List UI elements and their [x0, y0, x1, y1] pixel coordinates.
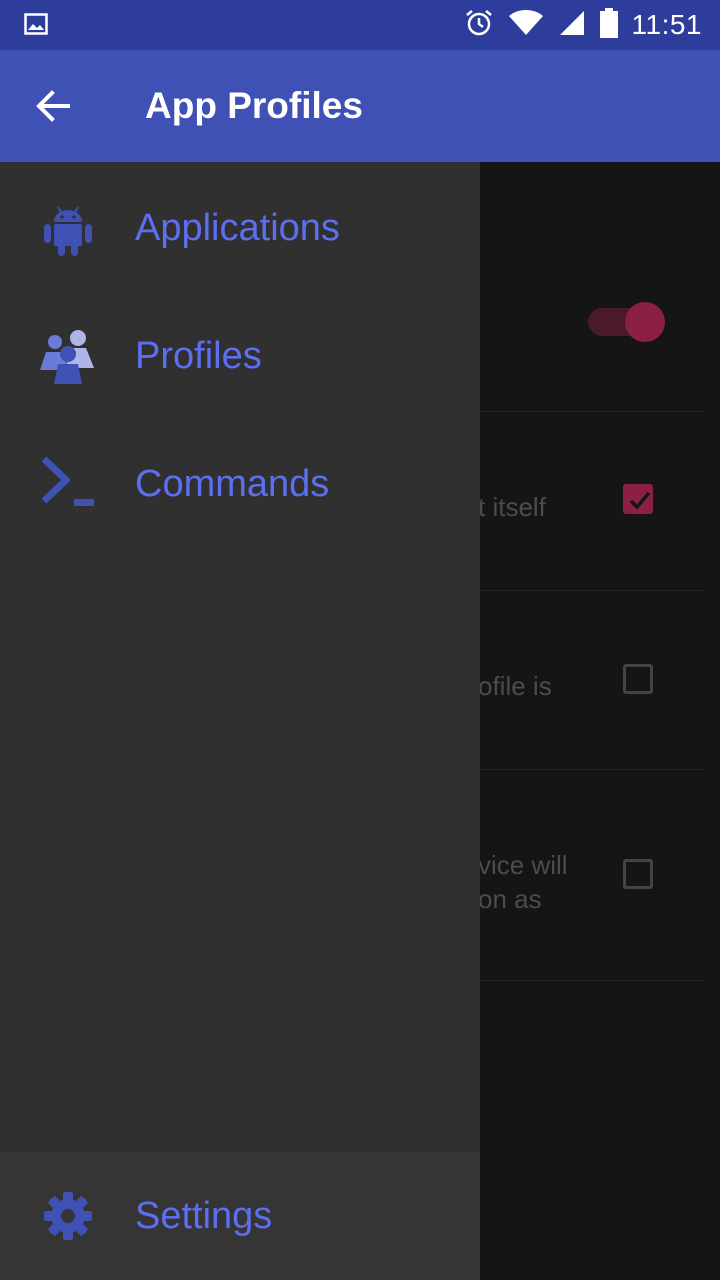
enable-switch: [625, 302, 665, 342]
setting-row-text: vice will: [478, 850, 568, 880]
clock: 11:51: [631, 9, 702, 40]
divider: [480, 411, 704, 412]
setting-checkbox: [623, 664, 653, 694]
drawer-item-label: Settings: [135, 1195, 273, 1237]
drawer-footer: Settings: [0, 1152, 480, 1280]
setting-row-text: on as: [478, 884, 542, 914]
back-arrow-icon[interactable]: [34, 86, 74, 131]
setting-checkbox: [623, 484, 653, 514]
gear-icon: [40, 1188, 96, 1244]
check-icon: [629, 491, 651, 510]
app-bar: App Profiles: [0, 50, 720, 162]
alarm-icon: [464, 8, 494, 43]
status-bar: 11:51: [0, 0, 720, 50]
drawer-item-label: Applications: [135, 207, 340, 249]
drawer-item-profiles[interactable]: Profiles: [0, 292, 480, 420]
setting-row-text: ofile is: [478, 671, 552, 701]
navigation-drawer: Applications Profiles Commands Settings: [0, 162, 480, 1280]
setting-checkbox: [623, 859, 653, 889]
people-icon: [40, 328, 96, 384]
android-icon: [40, 200, 96, 256]
cell-signal-icon: [558, 9, 586, 42]
divider: [480, 769, 704, 770]
setting-row-text: t itself: [478, 492, 546, 522]
battery-icon: [599, 7, 618, 43]
drawer-item-applications[interactable]: Applications: [0, 164, 480, 292]
drawer-item-settings[interactable]: Settings: [0, 1152, 480, 1280]
image-notification-icon: [24, 13, 48, 40]
page-title: App Profiles: [145, 85, 363, 126]
drawer-item-commands[interactable]: Commands: [0, 420, 480, 548]
divider: [480, 590, 704, 591]
divider: [480, 980, 704, 981]
drawer-item-label: Commands: [135, 463, 330, 505]
drawer-item-label: Profiles: [135, 335, 262, 377]
wifi-icon: [508, 9, 544, 42]
terminal-icon: [40, 456, 96, 512]
